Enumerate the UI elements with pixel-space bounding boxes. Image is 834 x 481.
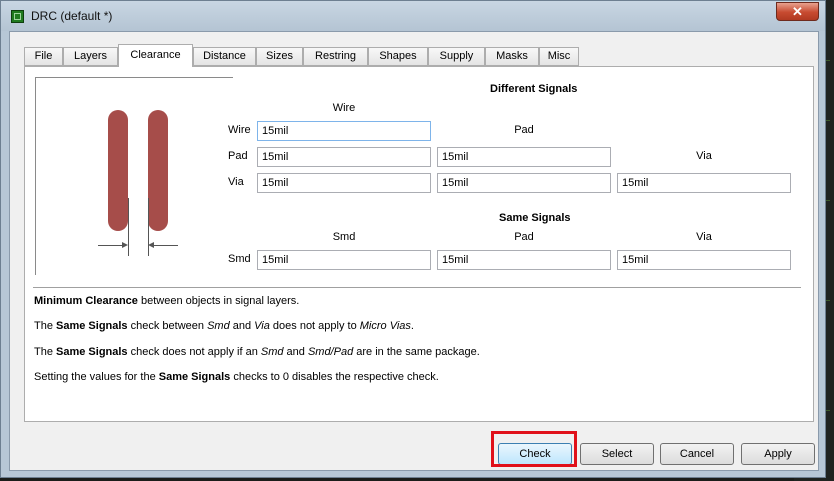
separator: [33, 287, 801, 288]
drc-dialog: DRC (default *) ✕ File Layers Clearance …: [0, 0, 826, 478]
info-line-4: Setting the values for the Same Signals …: [34, 371, 439, 383]
info-line-2: The Same Signals check between Smd and V…: [34, 320, 414, 332]
tab-sizes[interactable]: Sizes: [256, 47, 303, 66]
tab-shapes[interactable]: Shapes: [368, 47, 428, 66]
row-label-smd: Smd: [228, 253, 251, 265]
arrow-left-icon: [148, 242, 154, 248]
info-line-3: The Same Signals check does not apply if…: [34, 346, 480, 358]
via-pad-clearance-field[interactable]: [437, 173, 611, 193]
tab-distance[interactable]: Distance: [193, 47, 256, 66]
different-signals-heading: Different Signals: [490, 83, 578, 95]
col-header-pad: Pad: [514, 231, 534, 243]
dialog-client-area: File Layers Clearance Distance Sizes Res…: [9, 31, 819, 471]
tab-restring[interactable]: Restring: [303, 47, 368, 66]
wire-wire-clearance-field[interactable]: [257, 121, 431, 141]
tab-masks[interactable]: Masks: [485, 47, 539, 66]
row-label-pad: Pad: [228, 150, 248, 162]
info-line-1: Minimum Clearance between objects in sig…: [34, 295, 300, 307]
close-button[interactable]: ✕: [776, 2, 819, 21]
tab-layers[interactable]: Layers: [63, 47, 118, 66]
clearance-illustration: [35, 77, 233, 275]
smd-via-clearance-field[interactable]: [617, 250, 791, 270]
tab-supply[interactable]: Supply: [428, 47, 485, 66]
clearance-tab-pane: Different Signals Wire Wire Pad Pad Via …: [24, 66, 814, 422]
via-wire-clearance-field[interactable]: [257, 173, 431, 193]
arrow-right-icon: [122, 242, 128, 248]
col-header-pad: Pad: [514, 124, 534, 136]
tab-file[interactable]: File: [24, 47, 63, 66]
window-title: DRC (default *): [31, 9, 113, 23]
apply-button[interactable]: Apply: [741, 443, 815, 465]
cancel-button[interactable]: Cancel: [660, 443, 734, 465]
row-label-wire: Wire: [228, 124, 251, 136]
smd-pad-clearance-field[interactable]: [437, 250, 611, 270]
close-icon: ✕: [792, 4, 803, 19]
pad-wire-clearance-field[interactable]: [257, 147, 431, 167]
col-header-smd: Smd: [332, 231, 356, 243]
dimension-arrow-line: [98, 245, 122, 246]
col-header-wire: Wire: [332, 102, 356, 114]
smd-smd-clearance-field[interactable]: [257, 250, 431, 270]
row-label-via: Via: [228, 176, 244, 188]
eagle-app-icon: [11, 10, 24, 23]
tab-clearance[interactable]: Clearance: [118, 44, 193, 67]
pad-pad-clearance-field[interactable]: [437, 147, 611, 167]
dimension-line: [128, 198, 129, 256]
tab-misc[interactable]: Misc: [539, 47, 579, 66]
signal-trace-right: [148, 110, 168, 231]
title-bar[interactable]: DRC (default *) ✕: [1, 1, 825, 31]
col-header-via: Via: [696, 150, 712, 162]
same-signals-heading: Same Signals: [499, 212, 571, 224]
col-header-via: Via: [696, 231, 712, 243]
via-via-clearance-field[interactable]: [617, 173, 791, 193]
dimension-arrow-line: [154, 245, 178, 246]
select-button[interactable]: Select: [580, 443, 654, 465]
check-button-highlight: [491, 431, 577, 467]
signal-trace-left: [108, 110, 128, 231]
